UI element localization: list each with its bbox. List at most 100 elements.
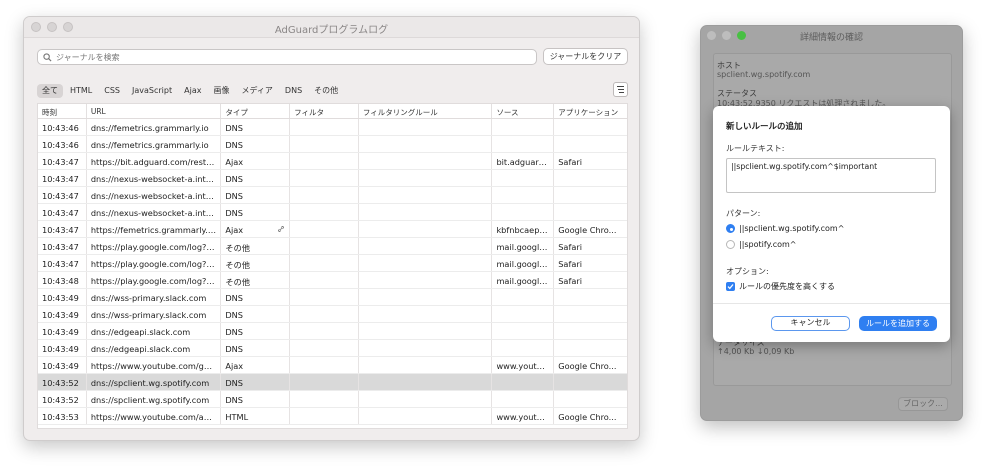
column-header[interactable]: タイプ bbox=[221, 104, 291, 118]
cell-text: Safari bbox=[558, 242, 582, 252]
cell-type: DNS bbox=[221, 204, 291, 220]
cancel-button[interactable]: キャンセル bbox=[771, 316, 850, 331]
table-row[interactable]: 10:43:47 dns://nexus-websocket-a.inter...… bbox=[38, 187, 627, 204]
cell-filter bbox=[290, 408, 359, 424]
table-row[interactable]: 10:43:52 dns://spclient.wg.spotify.com DNS bbox=[38, 374, 627, 391]
cell-filter bbox=[290, 153, 359, 169]
table-row[interactable]: 10:43:47 https://play.google.com/log?fo..… bbox=[38, 255, 627, 272]
cell-rule bbox=[359, 255, 493, 271]
cell-url: dns://wss-primary.slack.com bbox=[87, 289, 222, 305]
block-button[interactable]: ブロック... bbox=[898, 397, 948, 411]
table-row[interactable]: 10:43:47 https://bit.adguard.com/rest/ui.… bbox=[38, 153, 627, 170]
table-row[interactable]: 10:43:47 https://femetrics.grammarly.io..… bbox=[38, 221, 627, 238]
cell-filter bbox=[290, 289, 359, 305]
cell-text: 10:43:47 bbox=[42, 208, 79, 218]
cell-text: dns://femetrics.grammarly.io bbox=[90, 140, 209, 150]
rule-text-label: ルールテキスト: bbox=[726, 144, 785, 153]
important-option-checkbox[interactable]: ルールの優先度を高くする bbox=[726, 281, 835, 292]
cell-text: DNS bbox=[225, 310, 244, 320]
search-input[interactable] bbox=[56, 50, 526, 64]
column-header[interactable]: フィルタ bbox=[290, 104, 359, 118]
cell-text: kbfnbcaepl... bbox=[496, 225, 550, 235]
column-header[interactable]: フィルタリングルール bbox=[359, 104, 493, 118]
table-row[interactable]: 10:43:49 dns://wss-primary.slack.com DNS bbox=[38, 289, 627, 306]
cell-type: DNS bbox=[221, 323, 291, 339]
data-size-value: ↑4,00 Kb ↓0,09 Kb bbox=[717, 347, 795, 356]
column-settings-button[interactable] bbox=[613, 82, 628, 97]
column-header[interactable]: URL bbox=[87, 104, 222, 118]
pattern-option-2[interactable]: ||spotify.com^ bbox=[726, 240, 797, 249]
cell-text: dns://spclient.wg.spotify.com bbox=[90, 395, 210, 405]
cell-text: dns://wss-primary.slack.com bbox=[90, 310, 207, 320]
table-row[interactable]: 10:43:46 dns://femetrics.grammarly.io DNS bbox=[38, 119, 627, 136]
filter-tab[interactable]: 全て bbox=[37, 84, 63, 98]
cell-type: その他 bbox=[221, 255, 291, 271]
cell-type: Ajax bbox=[221, 357, 291, 373]
table-row[interactable]: 10:43:53 https://www.youtube.com/api/... H… bbox=[38, 408, 627, 425]
cell-rule bbox=[359, 272, 493, 288]
cell-url: https://bit.adguard.com/rest/ui... bbox=[87, 153, 222, 169]
radio-unselected-icon bbox=[726, 240, 735, 249]
cell-url: dns://nexus-websocket-a.inter... bbox=[87, 170, 222, 186]
cell-app: Safari bbox=[554, 255, 627, 271]
cell-app bbox=[554, 187, 627, 203]
filter-tab[interactable]: 画像 bbox=[208, 84, 234, 98]
cell-type: DNS bbox=[221, 391, 291, 407]
pattern-option-label: ||spclient.wg.spotify.com^ bbox=[739, 224, 845, 233]
cell-text: DNS bbox=[225, 378, 244, 388]
cell-app: Safari bbox=[554, 238, 627, 254]
cell-url: https://www.youtube.com/gen... bbox=[87, 357, 222, 373]
details-window-title: 詳細情報の確認 bbox=[799, 33, 863, 43]
filter-tab[interactable]: その他 bbox=[309, 84, 343, 98]
link-icon[interactable] bbox=[277, 225, 285, 233]
cell-app bbox=[554, 340, 627, 356]
filter-tab[interactable]: CSS bbox=[99, 84, 125, 98]
cell-rule bbox=[359, 323, 493, 339]
cell-url: dns://edgeapi.slack.com bbox=[87, 340, 222, 356]
cell-type: DNS bbox=[221, 306, 291, 322]
table-row[interactable]: 10:43:46 dns://femetrics.grammarly.io DNS bbox=[38, 136, 627, 153]
clear-journal-button[interactable]: ジャーナルをクリア bbox=[543, 48, 628, 65]
title-bar: AdGuardプログラムログ bbox=[24, 17, 639, 38]
filter-tab[interactable]: Ajax bbox=[179, 84, 206, 98]
table-row[interactable]: 10:43:47 dns://nexus-websocket-a.inter...… bbox=[38, 170, 627, 187]
cell-text: 10:43:49 bbox=[42, 327, 79, 337]
add-rule-button[interactable]: ルールを追加する bbox=[859, 316, 937, 331]
table-row[interactable]: 10:43:49 https://www.youtube.com/gen... Aj… bbox=[38, 357, 627, 374]
cell-text: 10:43:47 bbox=[42, 174, 79, 184]
cell-text: DNS bbox=[225, 174, 244, 184]
table-row[interactable]: 10:43:52 dns://spclient.wg.spotify.com DNS bbox=[38, 391, 627, 408]
column-header[interactable]: ソース bbox=[492, 104, 555, 118]
filter-tab[interactable]: JavaScript bbox=[127, 84, 177, 98]
cell-text: DNS bbox=[225, 395, 244, 405]
cell-filter bbox=[290, 272, 359, 288]
column-header[interactable]: アプリケーション bbox=[554, 104, 627, 118]
pattern-option-1[interactable]: ||spclient.wg.spotify.com^ bbox=[726, 224, 844, 233]
table-row[interactable]: 10:43:49 dns://edgeapi.slack.com DNS bbox=[38, 340, 627, 357]
table-row[interactable]: 10:43:47 https://play.google.com/log?fo..… bbox=[38, 238, 627, 255]
cell-app bbox=[554, 119, 627, 135]
cell-rule bbox=[359, 204, 493, 220]
table-row[interactable]: 10:43:48 https://play.google.com/log?fo..… bbox=[38, 272, 627, 289]
cell-text: DNS bbox=[225, 293, 244, 303]
cell-app bbox=[554, 170, 627, 186]
filter-tab[interactable]: HTML bbox=[65, 84, 97, 98]
table-row[interactable]: 10:43:47 dns://nexus-websocket-a.inter...… bbox=[38, 204, 627, 221]
cell-app bbox=[554, 391, 627, 407]
cell-text: 10:43:47 bbox=[42, 191, 79, 201]
table-row[interactable]: 10:43:49 dns://edgeapi.slack.com DNS bbox=[38, 323, 627, 340]
cell-text: dns://nexus-websocket-a.inter... bbox=[90, 208, 222, 218]
filter-tab[interactable]: DNS bbox=[280, 84, 307, 98]
search-box[interactable] bbox=[37, 49, 537, 65]
cell-text: DNS bbox=[225, 123, 244, 133]
table-row[interactable]: 10:43:49 dns://wss-primary.slack.com DNS bbox=[38, 306, 627, 323]
cell-text: Safari bbox=[558, 276, 582, 286]
column-header[interactable]: 時刻 bbox=[38, 104, 87, 118]
program-log-window: AdGuardプログラムログ ジャーナルをクリア 全てHTMLCSSJavaSc… bbox=[23, 16, 640, 441]
cell-text: dns://edgeapi.slack.com bbox=[90, 327, 191, 337]
cell-filter bbox=[290, 391, 359, 407]
rule-text-field[interactable] bbox=[726, 158, 936, 193]
cell-type: Ajax bbox=[221, 153, 291, 169]
filter-tab[interactable]: メディア bbox=[236, 84, 277, 98]
cell-text: mail.google.... bbox=[496, 259, 555, 269]
